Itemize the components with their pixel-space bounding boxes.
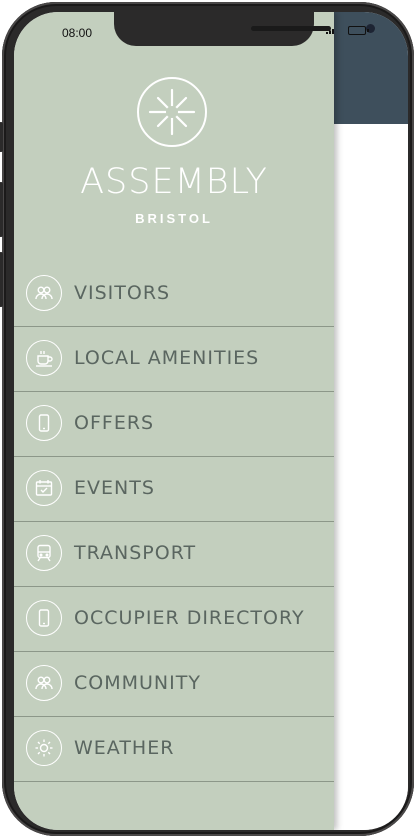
phone-notch <box>114 12 375 46</box>
brand-name: ASSEMBLY <box>80 162 268 202</box>
menu-item-weather[interactable]: WEATHER <box>14 717 334 782</box>
menu-item-events[interactable]: EVENTS <box>14 457 334 522</box>
people-icon <box>26 665 62 701</box>
menu-item-label: OCCUPIER DIRECTORY <box>74 607 305 629</box>
people-icon <box>26 275 62 311</box>
side-button-volume-down <box>0 252 3 307</box>
menu-item-transport[interactable]: TRANSPORT <box>14 522 334 587</box>
menu-item-label: EVENTS <box>74 477 155 499</box>
brand-city: BRISTOL <box>135 211 213 226</box>
phone-frame: ASSEMBLY BRISTOL VISITORS LOCAL AMENITIE… <box>0 2 414 836</box>
side-button-volume-up <box>0 182 3 237</box>
signal-icon <box>326 29 334 34</box>
menu-item-label: LOCAL AMENITIES <box>74 347 260 369</box>
phone-icon <box>26 600 62 636</box>
sun-icon <box>26 730 62 766</box>
speaker-grille <box>251 26 331 31</box>
menu-item-label: COMMUNITY <box>74 672 201 694</box>
menu-item-visitors[interactable]: VISITORS <box>14 262 334 327</box>
menu-item-local-amenities[interactable]: LOCAL AMENITIES <box>14 327 334 392</box>
menu-item-occupier-directory[interactable]: OCCUPIER DIRECTORY <box>14 587 334 652</box>
status-time: 08:00 <box>62 26 93 40</box>
battery-icon <box>348 26 369 35</box>
assembly-logo-icon <box>137 77 207 147</box>
calendar-icon <box>26 470 62 506</box>
train-icon <box>26 535 62 571</box>
phone-icon <box>26 405 62 441</box>
drawer-menu: VISITORS LOCAL AMENITIES OFFERS EVENTS T… <box>14 262 334 782</box>
menu-item-community[interactable]: COMMUNITY <box>14 652 334 717</box>
screen: ASSEMBLY BRISTOL VISITORS LOCAL AMENITIE… <box>14 12 408 830</box>
side-button-mute <box>0 122 3 152</box>
menu-item-label: OFFERS <box>74 412 155 434</box>
menu-item-label: VISITORS <box>74 282 171 304</box>
menu-item-label: TRANSPORT <box>74 542 197 564</box>
coffee-cup-icon <box>26 340 62 376</box>
menu-item-offers[interactable]: OFFERS <box>14 392 334 457</box>
menu-item-label: WEATHER <box>74 737 175 759</box>
navigation-drawer: ASSEMBLY BRISTOL VISITORS LOCAL AMENITIE… <box>14 12 334 830</box>
